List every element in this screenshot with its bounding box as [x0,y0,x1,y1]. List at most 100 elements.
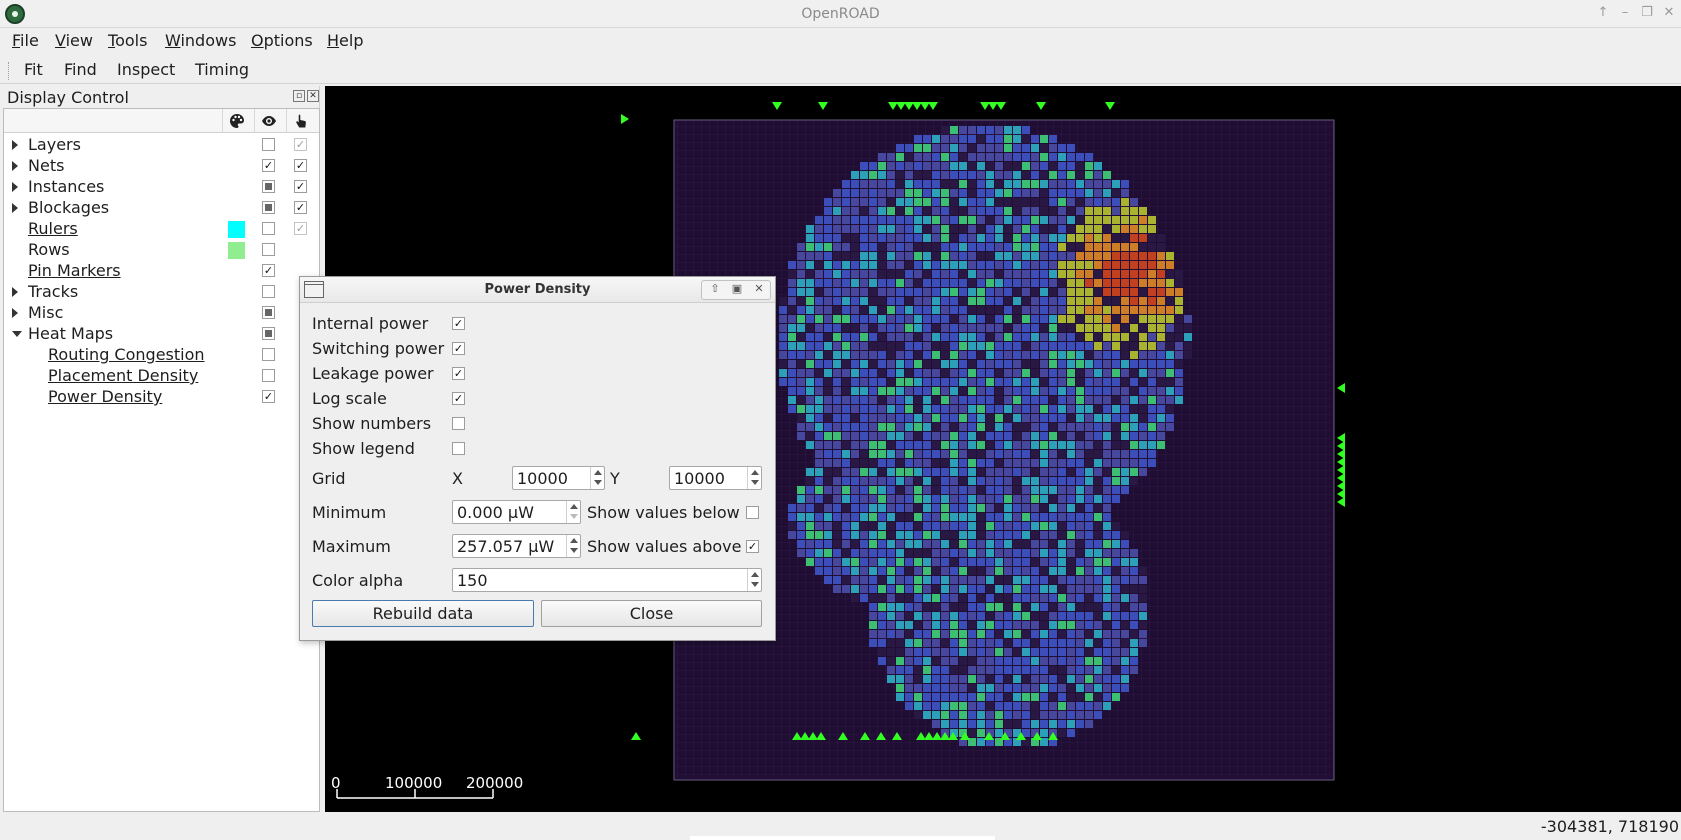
visible-checkbox[interactable] [262,285,275,298]
heatmap-cell [1013,513,1021,521]
color-alpha-stepper[interactable] [747,569,761,591]
maximize-icon[interactable]: ❐ [1638,4,1656,22]
close-button[interactable]: Close [541,600,762,627]
grid-x-stepper[interactable] [590,467,604,489]
visible-checkbox[interactable] [262,180,275,193]
selectable-checkbox[interactable]: ✓ [294,222,307,235]
color-swatch[interactable] [228,221,245,238]
visible-checkbox[interactable] [262,348,275,361]
grid-x-spinbox[interactable]: 10000 [512,466,605,490]
visible-checkbox[interactable] [262,201,275,214]
fit-button[interactable]: Fit [24,60,43,79]
visible-checkbox[interactable] [262,138,275,151]
dock-close-icon[interactable]: ✕ [307,90,319,102]
expand-arrow-icon[interactable] [12,287,18,297]
menu-options[interactable]: Options [251,31,313,50]
color-swatch[interactable] [228,242,245,259]
heatmap-cell [824,225,832,233]
tree-row-tracks[interactable]: Tracks [4,281,319,302]
dialog-keep-above-icon[interactable]: ⇧ [706,282,724,295]
dialog-maximize-icon[interactable]: ▣ [728,282,746,295]
show-above-checkbox[interactable]: ✓ [746,540,759,553]
tree-row-blockages[interactable]: Blockages ✓ [4,197,319,218]
option-checkbox[interactable]: ✓ [452,317,465,330]
minimum-stepper[interactable] [566,501,580,523]
heatmap-cell [1013,162,1021,170]
expand-arrow-icon[interactable] [12,308,18,318]
minimize-icon[interactable]: – [1616,4,1634,22]
pointer-icon[interactable] [293,113,309,129]
show-below-checkbox[interactable] [746,506,759,519]
grid-y-stepper[interactable] [747,467,761,489]
menu-file[interactable]: File [12,31,39,50]
visible-checkbox[interactable] [262,222,275,235]
toolbar-grip[interactable] [8,62,11,80]
option-checkbox[interactable]: ✓ [452,392,465,405]
dialog-titlebar[interactable]: Power Density ⇧ ▣ ✕ [300,277,775,303]
visible-checkbox[interactable]: ✓ [262,390,275,403]
menu-windows[interactable]: Windows [165,31,236,50]
rebuild-data-button[interactable]: Rebuild data [312,600,534,627]
heatmap-cell [1022,711,1030,719]
heatmap-cell [950,531,958,539]
expand-arrow-icon[interactable] [12,140,18,150]
tree-row-nets[interactable]: Nets ✓ ✓ [4,155,319,176]
color-alpha-spinbox[interactable]: 150 [452,568,762,592]
heatmap-cell [851,414,859,422]
collapse-arrow-icon[interactable] [12,331,22,337]
selectable-checkbox[interactable]: ✓ [294,201,307,214]
expand-arrow-icon[interactable] [12,161,18,171]
inspect-button[interactable]: Inspect [117,60,175,79]
find-button[interactable]: Find [64,60,97,79]
visible-checkbox[interactable] [262,327,275,340]
expand-arrow-icon[interactable] [12,182,18,192]
close-window-icon[interactable]: ✕ [1660,4,1678,22]
heatmap-cell [905,315,913,323]
maximum-spinbox[interactable]: 257.057 µW [452,534,581,558]
dock-float-icon[interactable]: ▫ [293,90,305,102]
heatmap-cell [941,504,949,512]
menu-view[interactable]: View [55,31,93,50]
selectable-checkbox[interactable]: ✓ [294,159,307,172]
tree-row-placement-density[interactable]: Placement Density [4,365,319,386]
heatmap-cell [806,486,814,494]
tree-row-routing-congestion[interactable]: Routing Congestion [4,344,319,365]
selectable-checkbox[interactable]: ✓ [294,138,307,151]
visible-checkbox[interactable]: ✓ [262,264,275,277]
keep-above-icon[interactable]: ↑ [1594,4,1612,22]
timing-button[interactable]: Timing [195,60,249,79]
minimum-spinbox[interactable]: 0.000 µW [452,500,581,524]
grid-y-spinbox[interactable]: 10000 [669,466,762,490]
maximum-stepper[interactable] [566,535,580,557]
palette-icon[interactable] [229,113,245,129]
selectable-checkbox[interactable]: ✓ [294,180,307,193]
visible-checkbox[interactable] [262,306,275,319]
tree-row-misc[interactable]: Misc [4,302,319,323]
canvas-scrollbar[interactable] [690,836,995,840]
tree-row-heat-maps[interactable]: Heat Maps [4,323,319,344]
heatmap-cell [869,423,877,431]
tree-row-pin-markers[interactable]: Pin Markers ✓ [4,260,319,281]
menu-tools[interactable]: Tools [108,31,147,50]
option-checkbox[interactable] [452,417,465,430]
pin-marker [1337,457,1345,467]
tree-row-rows[interactable]: Rows [4,239,319,260]
heatmap-cell [959,351,967,359]
tree-row-instances[interactable]: Instances ✓ [4,176,319,197]
eye-icon[interactable] [261,113,277,129]
visible-checkbox[interactable] [262,369,275,382]
tree-row-rulers[interactable]: Rulers ✓ [4,218,319,239]
option-checkbox[interactable] [452,442,465,455]
option-checkbox[interactable]: ✓ [452,342,465,355]
heatmap-cell [959,513,967,521]
visible-checkbox[interactable] [262,243,275,256]
visible-checkbox[interactable]: ✓ [262,159,275,172]
heatmap-cell [1076,477,1084,485]
tree-row-power-density[interactable]: Power Density ✓ [4,386,319,407]
dialog-close-icon[interactable]: ✕ [750,282,768,295]
heatmap-cell [932,549,940,557]
tree-row-layers[interactable]: Layers ✓ [4,134,319,155]
menu-help[interactable]: Help [327,31,363,50]
option-checkbox[interactable]: ✓ [452,367,465,380]
expand-arrow-icon[interactable] [12,203,18,213]
